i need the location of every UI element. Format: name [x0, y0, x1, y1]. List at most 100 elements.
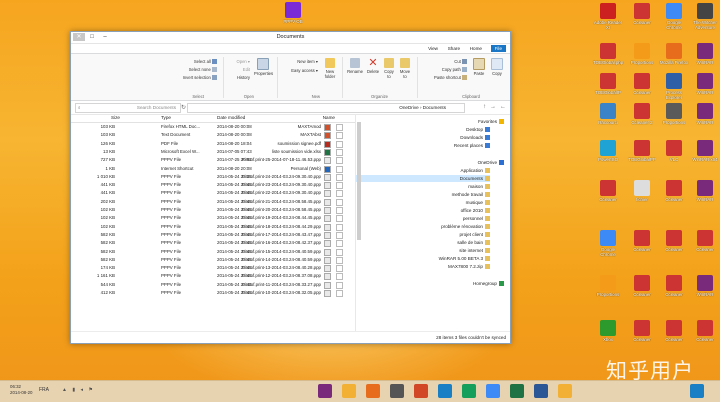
history-button[interactable]: History [237, 75, 250, 80]
cut-button[interactable]: Cut [454, 59, 468, 65]
tab-home[interactable]: Home [466, 45, 486, 52]
taskbar-app-word[interactable] [534, 384, 548, 398]
nav-item[interactable]: site internet [459, 247, 490, 254]
nav-item[interactable]: WinRAR 5.00 BETA 3 [439, 255, 490, 262]
taskbar-app-app[interactable] [414, 384, 428, 398]
row-checkbox[interactable] [336, 148, 343, 156]
delete-button[interactable]: ✕ Delete [366, 58, 380, 75]
row-checkbox[interactable] [336, 215, 343, 223]
row-checkbox[interactable] [336, 273, 343, 281]
row-checkbox[interactable] [336, 240, 343, 248]
nav-item[interactable]: maison [468, 183, 490, 190]
tab-view[interactable]: View [424, 45, 442, 52]
nav-item[interactable]: problème rénovation [441, 223, 490, 230]
desktop-icon[interactable]: Proportions [627, 43, 657, 65]
desktop-icon[interactable]: Mozilla Firefox [659, 43, 689, 65]
row-checkbox[interactable] [336, 190, 343, 198]
nav-item[interactable]: personnel [463, 215, 490, 222]
copy-to-button[interactable]: Copy to [382, 58, 396, 79]
nav-item[interactable]: office 2010 [461, 207, 490, 214]
back-arrow-icon[interactable]: ← [500, 104, 506, 110]
row-checkbox[interactable] [336, 165, 343, 173]
file-row[interactable]: MAXTAbst 2014-08-20 00:08 Text Document 103… [71, 131, 345, 140]
desktop-icon[interactable]: TOEGlobalPP [627, 140, 657, 162]
taskbar-app-store[interactable] [462, 384, 476, 398]
desktop-icon[interactable]: The Witcher Adventure [690, 3, 720, 30]
nav-item[interactable]: Recent places [454, 142, 490, 149]
file-row[interactable]: Firstof.print-20-2014-03.24-08.58.45.ppp… [71, 206, 345, 214]
desktop-icon[interactable]: Google Chrome [659, 3, 689, 30]
desktop-icon[interactable]: Ccleaner [690, 230, 720, 252]
file-row[interactable]: Firstof.print-19-2014-03.24-08.44.45.ppp… [71, 214, 345, 223]
nav-item[interactable]: projet client [460, 231, 490, 238]
new-folder-button[interactable]: New folder [322, 58, 338, 79]
file-row[interactable]: Personal (Web) 2014-08-20 20:08 Internet S… [71, 165, 345, 173]
nav-item[interactable]: OneDrive [478, 159, 504, 166]
file-row[interactable]: Firstof.print-23-2014-03.24-09.30.40.ppp… [71, 181, 345, 190]
desktop-icon[interactable]: Ccleaner [659, 320, 689, 342]
desktop-icon[interactable]: Proportions [593, 275, 623, 297]
up-arrow-icon[interactable]: ↑ [483, 104, 486, 110]
desktop-icon[interactable]: Ccleaner 2 [627, 103, 657, 125]
desktop-icon[interactable]: Ccleaner [659, 230, 689, 252]
easy-access-button[interactable]: Easy access ▾ [291, 68, 318, 73]
desktop-icon[interactable]: PowerISO [593, 140, 623, 162]
desktop-icon[interactable]: Ccleaner [627, 275, 657, 297]
taskbar-app-chrome[interactable] [486, 384, 500, 398]
file-row[interactable]: MAXTAmod 2014-08-20 00:08 Firefox HTML Doc… [71, 123, 345, 131]
desktop-icon[interactable]: Ccleaner [627, 320, 657, 342]
file-row[interactable]: Firstof.print-25-2014-07-18-11.46.53.ppp… [71, 156, 345, 165]
select-all-button[interactable]: Select all [194, 59, 218, 65]
row-checkbox[interactable] [336, 231, 343, 239]
taskbar-app-app3[interactable] [318, 384, 332, 398]
taskbar-app-app2[interactable] [390, 384, 404, 398]
desktop-icon[interactable]: Ccleaner [659, 275, 689, 297]
file-row[interactable]: Firstof.print-15-2014-03.24-08.40.59.ppp… [71, 248, 345, 256]
row-checkbox[interactable] [336, 248, 343, 256]
column-type[interactable]: Type [161, 115, 171, 120]
open-button[interactable]: Open ▾ [236, 59, 250, 64]
taskbar-app-excel[interactable] [510, 384, 524, 398]
nav-item[interactable]: Desktop [466, 126, 490, 133]
move-to-button[interactable]: Move to [398, 58, 412, 79]
file-row[interactable]: Firstof.print-17-2014-03.24-08.43.47.ppp… [71, 231, 345, 239]
system-tray[interactable]: ▲ ▮ ◂ ⚑ [62, 387, 95, 393]
nav-item[interactable]: MAX7800 7.2.zip [448, 263, 490, 270]
refresh-icon[interactable]: ↻ [181, 104, 186, 111]
row-checkbox[interactable] [336, 182, 343, 190]
forward-arrow-icon[interactable]: → [490, 104, 496, 110]
nav-item[interactable]: Homegroup [473, 280, 504, 287]
file-row[interactable]: liste soumission vide.xlsx 2014-07-05 07:… [71, 148, 345, 156]
taskbar-app-firefox[interactable] [366, 384, 380, 398]
file-row[interactable]: Firstof.print-18-2014-03.24-08.44.29.ppp… [71, 223, 345, 231]
file-row[interactable]: Firstof.print-22-2014-03.24-09.30.40.ppp… [71, 189, 345, 198]
paste-button[interactable]: Paste [472, 58, 486, 76]
address-bar[interactable]: OneDrive › Documents [187, 103, 465, 113]
row-checkbox[interactable] [336, 223, 343, 231]
desktop-icon[interactable]: Adobe Reader XI [593, 3, 623, 30]
desktop-icon[interactable]: PPPV OB [278, 2, 308, 24]
nav-item[interactable]: musique [466, 199, 490, 206]
desktop-icon[interactable]: Ccleaner [593, 180, 623, 202]
language-indicator[interactable]: FRA [39, 387, 49, 393]
file-row[interactable]: Firstof.print-16-2014-03.24-08.42.37.ppp… [71, 239, 345, 248]
row-checkbox[interactable] [336, 173, 343, 181]
desktop-icon[interactable]: WinRAR [690, 180, 720, 202]
tab-file[interactable]: File [490, 45, 506, 52]
row-checkbox[interactable] [336, 265, 343, 273]
copy-path-button[interactable]: Copy path [442, 67, 468, 73]
tab-share[interactable]: Share [444, 45, 464, 52]
rename-button[interactable]: Rename [347, 58, 363, 74]
taskbar-app-explorer[interactable] [558, 384, 572, 398]
file-row[interactable]: Firstof.print-24-2014-03.24-09.30.40.ppp… [71, 173, 345, 181]
row-checkbox[interactable] [336, 281, 343, 289]
desktop-icon[interactable]: Process Explorer [659, 73, 689, 100]
paste-shortcut-button[interactable]: Paste shortcut [434, 75, 468, 81]
desktop-icon[interactable]: Proportions [659, 103, 689, 125]
desktop-icon[interactable]: Ccleaner [659, 180, 689, 202]
desktop-icon[interactable]: WinRAR [690, 103, 720, 125]
nav-item[interactable]: methode travail [452, 191, 490, 198]
properties-button[interactable]: Properties [254, 58, 273, 76]
row-checkbox[interactable] [336, 256, 343, 264]
nav-item[interactable]: Application [461, 167, 490, 174]
